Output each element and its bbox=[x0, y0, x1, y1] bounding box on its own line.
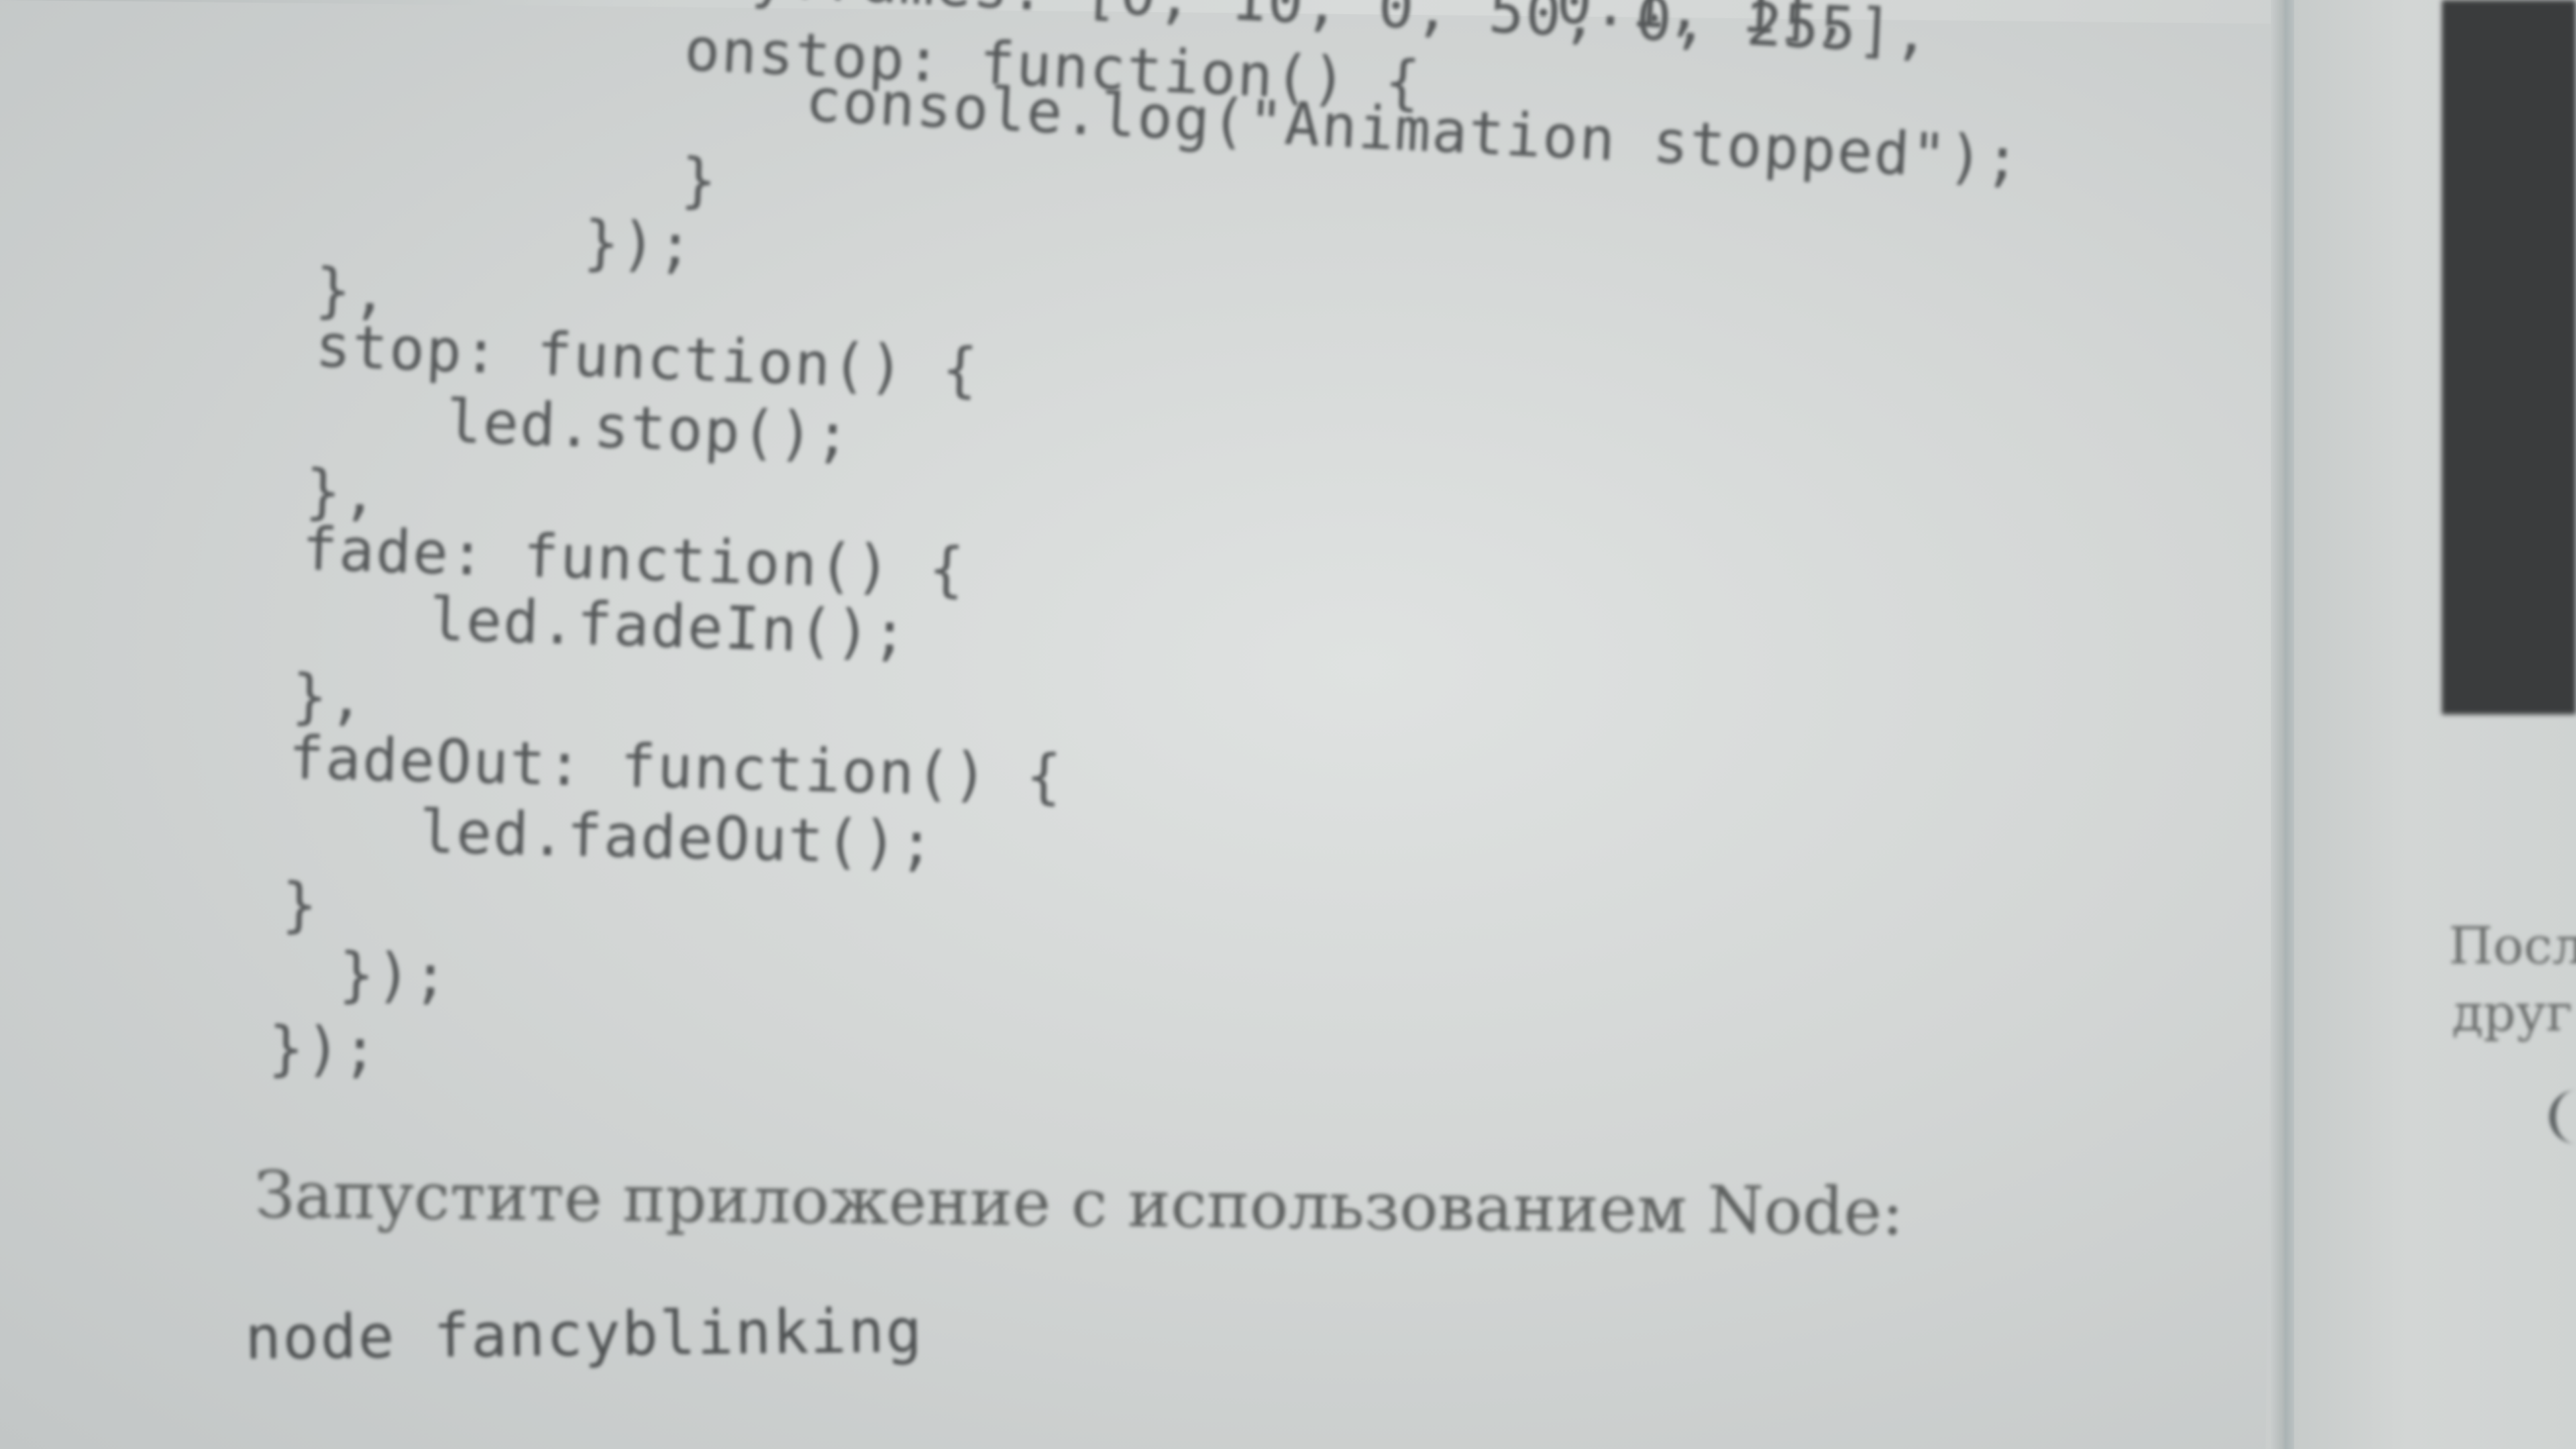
code-line: }); bbox=[268, 1013, 380, 1085]
dark-figure-image bbox=[2442, 0, 2576, 714]
code-line: }, bbox=[304, 456, 380, 528]
command-line: node fancyblinking bbox=[244, 1295, 924, 1374]
right-page-text-line: Посл bbox=[2449, 916, 2576, 975]
code-line: } bbox=[281, 869, 319, 940]
code-line: } bbox=[680, 145, 719, 215]
code-line: }); bbox=[582, 207, 696, 280]
book-gutter bbox=[2271, 0, 2298, 1449]
book-page-photo: 0.1, 1], keyframes: [0, 10, 0, 50, 0, 25… bbox=[0, 0, 2576, 1449]
code-line: fadeOut: function() { bbox=[287, 722, 1064, 812]
code-line: led.fadeIn(); bbox=[428, 584, 910, 668]
right-page-text-line: друг bbox=[2452, 983, 2573, 1042]
code-line: }, bbox=[290, 661, 367, 733]
code-line: }); bbox=[338, 939, 450, 1011]
code-line: led.fadeOut(); bbox=[418, 797, 936, 878]
code-line: led.stop(); bbox=[445, 386, 853, 470]
